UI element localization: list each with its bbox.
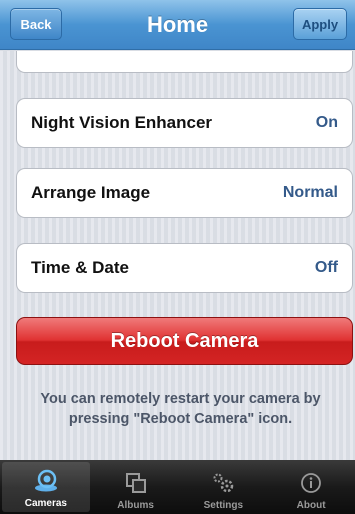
camera-icon (33, 468, 59, 494)
apply-button[interactable]: Apply (293, 8, 347, 40)
tab-label: Albums (117, 500, 154, 511)
settings-row-night-vision[interactable]: Night Vision Enhancer On (16, 98, 353, 148)
settings-row-label: Time & Date (31, 258, 129, 277)
settings-row-value: Normal (282, 184, 338, 201)
tab-label: Cameras (24, 498, 67, 509)
gears-icon (210, 470, 236, 496)
settings-row-label: Arrange Image (31, 183, 151, 202)
reboot-hint-text: You can remotely restart your camera by … (40, 391, 321, 427)
tab-albums[interactable]: Albums (92, 460, 180, 514)
settings-list: Night Vision Enhancer On Arrange Image N… (0, 51, 355, 460)
settings-row-value: On (315, 114, 338, 131)
tab-label: Settings (203, 500, 244, 511)
settings-row-time-date[interactable]: Time & Date Off (16, 243, 353, 293)
info-icon (298, 470, 324, 496)
tab-label: About (296, 500, 326, 511)
reboot-camera-button[interactable]: Reboot Camera (16, 317, 353, 365)
settings-row-arrange-image[interactable]: Arrange Image Normal (16, 168, 353, 218)
tab-bar: Cameras Albums Settings About (0, 460, 355, 514)
albums-icon (123, 470, 149, 496)
settings-row-partial[interactable] (16, 51, 353, 73)
settings-row-label: Night Vision Enhancer (31, 113, 213, 132)
tab-settings[interactable]: Settings (180, 460, 268, 514)
tab-cameras[interactable]: Cameras (2, 462, 90, 512)
settings-row-value: Off (314, 259, 338, 276)
navigation-bar: Back Home Apply (0, 0, 355, 50)
tab-about[interactable]: About (267, 460, 355, 514)
